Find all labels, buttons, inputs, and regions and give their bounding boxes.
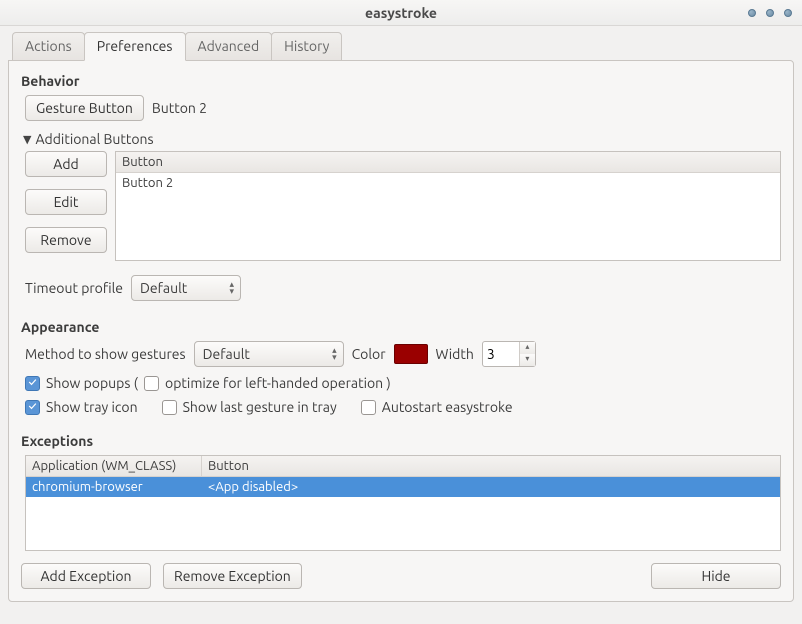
additional-buttons-list[interactable]: Button Button 2 xyxy=(115,151,781,261)
show-last-gesture-checkbox[interactable] xyxy=(162,400,177,415)
spin-up-icon[interactable]: ▴ xyxy=(520,342,535,354)
additional-buttons-expander[interactable]: ▼ Additional Buttons xyxy=(23,131,781,147)
window-controls xyxy=(748,9,792,17)
additional-buttons-label: Additional Buttons xyxy=(35,131,153,147)
maximize-icon[interactable] xyxy=(766,9,774,17)
width-input[interactable] xyxy=(483,344,519,364)
color-label: Color xyxy=(352,346,386,362)
add-button[interactable]: Add xyxy=(25,151,107,177)
exceptions-header: Application (WM_CLASS) Button xyxy=(26,456,780,477)
show-last-gesture-label: Show last gesture in tray xyxy=(183,399,337,415)
color-button[interactable] xyxy=(394,344,428,364)
additional-buttons-block: Add Edit Remove Button Button 2 xyxy=(25,151,781,261)
method-label: Method to show gestures xyxy=(25,346,186,362)
gesture-button-value: Button 2 xyxy=(152,100,207,116)
remove-button[interactable]: Remove xyxy=(25,227,107,253)
timeout-profile-value: Default xyxy=(140,280,187,296)
autostart-checkbox[interactable] xyxy=(361,400,376,415)
window-title: easystroke xyxy=(0,5,802,21)
additional-buttons-col-header: Button xyxy=(116,152,780,173)
spin-down-icon[interactable]: ▾ xyxy=(520,354,535,366)
show-tray-label: Show tray icon xyxy=(46,399,138,415)
exceptions-row-app: chromium-browser xyxy=(26,477,202,497)
hide-button[interactable]: Hide xyxy=(651,563,781,589)
preferences-page: Behavior Gesture Button Button 2 ▼ Addit… xyxy=(8,60,794,602)
close-icon[interactable] xyxy=(784,9,792,17)
appearance-heading: Appearance xyxy=(21,319,781,335)
width-label: Width xyxy=(436,346,474,362)
left-handed-checkbox[interactable] xyxy=(144,376,159,391)
exceptions-row[interactable]: chromium-browser <App disabled> xyxy=(26,477,780,497)
tab-advanced[interactable]: Advanced xyxy=(185,32,273,60)
tab-history[interactable]: History xyxy=(271,32,342,60)
tab-actions[interactable]: Actions xyxy=(12,32,85,60)
exceptions-col-button[interactable]: Button xyxy=(202,456,780,476)
exceptions-heading: Exceptions xyxy=(21,433,781,449)
exceptions-col-app[interactable]: Application (WM_CLASS) xyxy=(26,456,202,476)
exceptions-row-button: <App disabled> xyxy=(202,477,780,497)
behavior-heading: Behavior xyxy=(21,73,781,89)
minimize-icon[interactable] xyxy=(748,9,756,17)
autostart-label: Autostart easystroke xyxy=(382,399,513,415)
method-value: Default xyxy=(203,346,250,362)
remove-exception-button[interactable]: Remove Exception xyxy=(163,563,302,589)
exceptions-table[interactable]: Application (WM_CLASS) Button chromium-b… xyxy=(25,455,781,551)
content: Actions Preferences Advanced History Beh… xyxy=(0,26,802,610)
edit-button[interactable]: Edit xyxy=(25,189,107,215)
left-handed-label: optimize for left-handed operation ) xyxy=(165,375,391,391)
triangle-down-icon: ▼ xyxy=(23,133,31,146)
add-exception-button[interactable]: Add Exception xyxy=(21,563,151,589)
combo-stepper-icon: ▴▾ xyxy=(229,281,234,295)
tab-preferences[interactable]: Preferences xyxy=(84,32,186,61)
titlebar: easystroke xyxy=(0,0,802,26)
additional-buttons-row[interactable]: Button 2 xyxy=(116,173,780,193)
method-combo[interactable]: Default ▴▾ xyxy=(194,341,344,367)
timeout-profile-label: Timeout profile xyxy=(25,280,123,296)
gesture-button[interactable]: Gesture Button xyxy=(25,95,144,121)
show-popups-checkbox[interactable] xyxy=(25,376,40,391)
show-tray-checkbox[interactable] xyxy=(25,400,40,415)
combo-stepper-icon: ▴▾ xyxy=(332,347,337,361)
timeout-profile-combo[interactable]: Default ▴▾ xyxy=(131,275,241,301)
show-popups-label: Show popups ( xyxy=(46,375,138,391)
tab-bar: Actions Preferences Advanced History xyxy=(8,26,794,60)
width-spin[interactable]: ▴ ▾ xyxy=(482,341,536,367)
